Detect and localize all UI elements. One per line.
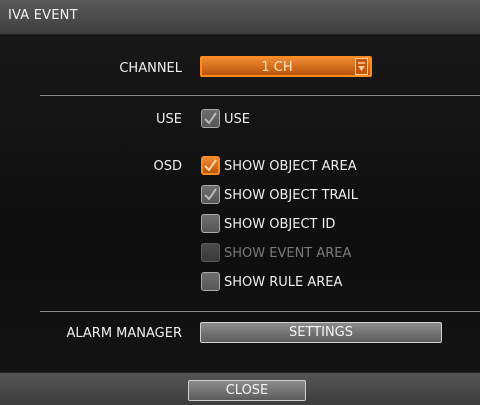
show-rule-area-checkbox[interactable] [201, 272, 220, 291]
checkmark-icon [204, 188, 217, 201]
divider-top [40, 95, 480, 96]
show-event-area-label: SHOW EVENT AREA [224, 246, 352, 261]
channel-value: 1 CH [261, 60, 293, 75]
checkmark-icon [204, 112, 217, 125]
dropdown-arrow-icon[interactable] [355, 58, 368, 75]
use-checkbox[interactable] [201, 109, 220, 128]
channel-label: CHANNEL [119, 61, 182, 76]
use-option-label: USE [224, 112, 250, 127]
osd-label: OSD [153, 159, 183, 174]
footer-bar: CLOSE [0, 372, 480, 405]
show-rule-area-label: SHOW RULE AREA [224, 275, 343, 290]
settings-button[interactable]: SETTINGS [200, 322, 442, 343]
divider-bottom [40, 311, 480, 312]
channel-select[interactable]: 1 CH [200, 56, 372, 77]
show-event-area-checkbox [201, 243, 220, 262]
alarm-manager-label: ALARM MANAGER [66, 326, 182, 341]
dialog-title: IVA EVENT [8, 8, 78, 23]
show-object-trail-checkbox[interactable] [201, 185, 220, 204]
show-object-area-checkbox[interactable] [201, 156, 220, 175]
show-object-area-label: SHOW OBJECT AREA [224, 159, 357, 174]
show-object-id-checkbox[interactable] [201, 214, 220, 233]
show-object-trail-label: SHOW OBJECT TRAIL [224, 188, 359, 203]
checkmark-icon [204, 159, 217, 172]
close-button[interactable]: CLOSE [188, 380, 306, 401]
title-bar: IVA EVENT [0, 0, 480, 35]
show-object-id-label: SHOW OBJECT ID [224, 217, 336, 232]
use-label: USE [156, 112, 182, 127]
iva-event-dialog: IVA EVENT CHANNEL 1 CH USE USE OSD SHOW … [0, 0, 480, 405]
